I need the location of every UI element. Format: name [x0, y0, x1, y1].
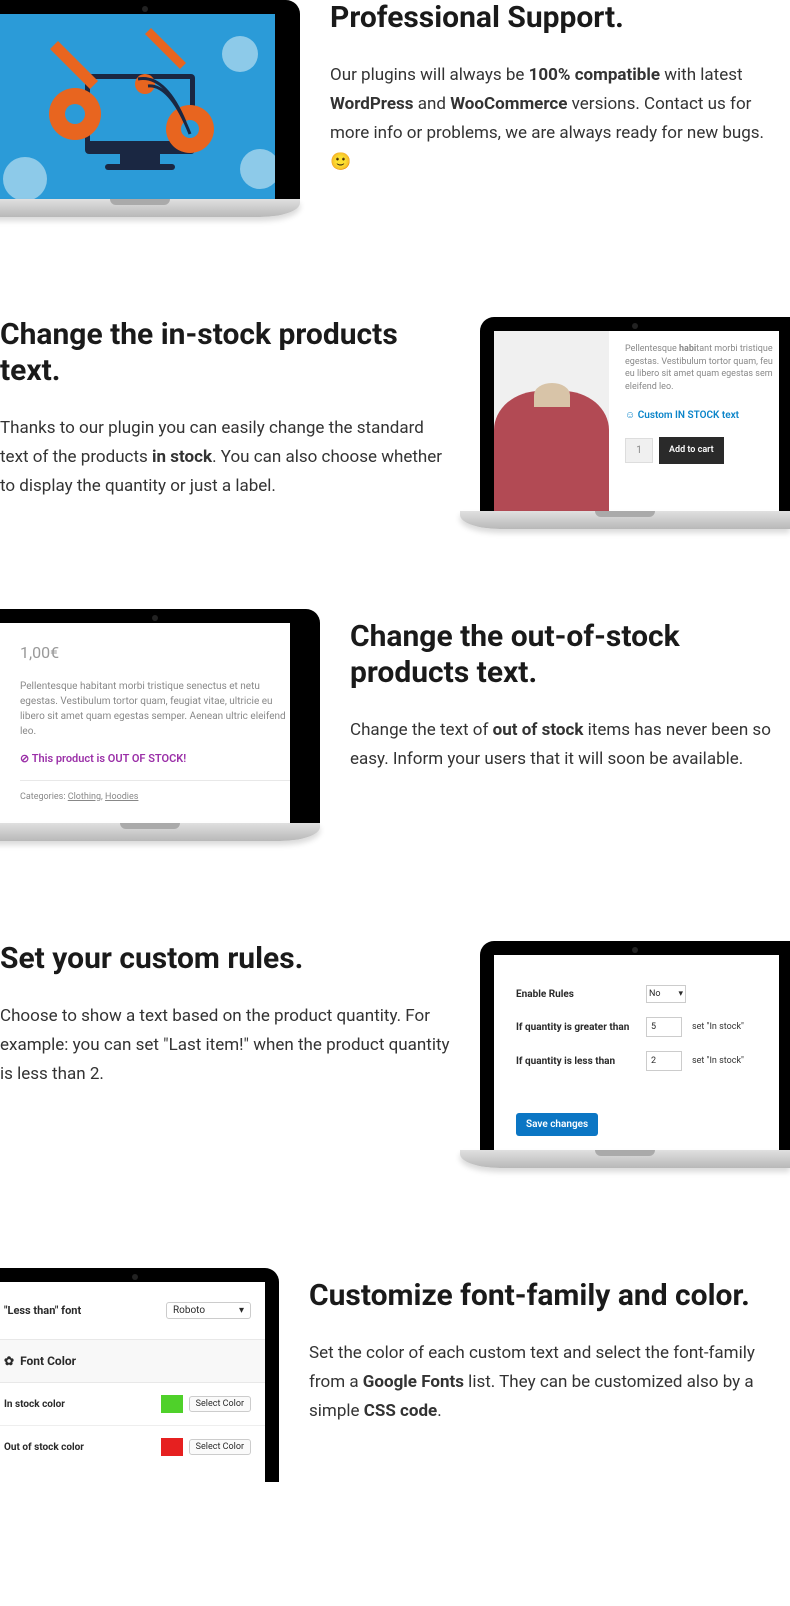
- add-to-cart-button[interactable]: Add to cart: [659, 437, 724, 464]
- product-image: [494, 331, 609, 511]
- section-customize: "Less than" font Roboto▾ ✿ Font Color In…: [0, 1268, 790, 1482]
- text-instock: Thanks to our plugin you can easily chan…: [0, 414, 450, 501]
- less-than-font-label: "Less than" font: [4, 1304, 81, 1317]
- font-color-section: ✿ Font Color: [0, 1339, 265, 1383]
- section-custom-rules: Set your custom rules. Choose to show a …: [0, 941, 790, 1168]
- qty-greater-tail: set "In stock": [692, 1022, 744, 1032]
- heading-rules: Set your custom rules.: [0, 941, 450, 977]
- in-stock-label: Custom IN STOCK text: [625, 409, 779, 423]
- color-swatch-green[interactable]: [161, 1395, 183, 1413]
- section-out-of-stock: 1,00€ Pellentesque habitant morbi tristi…: [0, 609, 790, 841]
- save-changes-button[interactable]: Save changes: [516, 1113, 598, 1136]
- qty-less-input[interactable]: 2: [646, 1051, 682, 1071]
- heading-outofstock: Change the out-of-stock products text.: [350, 619, 790, 691]
- quantity-input[interactable]: 1: [625, 438, 653, 463]
- out-of-stock-color-label: Out of stock color: [4, 1442, 84, 1453]
- heading-customize: Customize font-family and color.: [309, 1278, 780, 1314]
- qty-less-label: If quantity is less than: [516, 1056, 636, 1067]
- section-professional-support: Professional Support. Our plugins will a…: [0, 0, 790, 217]
- heading-support: Professional Support.: [330, 0, 780, 36]
- font-select[interactable]: Roboto▾: [166, 1302, 251, 1319]
- heading-instock: Change the in-stock products text.: [0, 317, 450, 389]
- illustration-customize: "Less than" font Roboto▾ ✿ Font Color In…: [0, 1268, 279, 1482]
- enable-rules-select[interactable]: No▾: [646, 985, 686, 1003]
- text-customize: Set the color of each custom text and se…: [309, 1339, 780, 1426]
- qty-greater-input[interactable]: 5: [646, 1017, 682, 1037]
- in-stock-color-label: In stock color: [4, 1399, 65, 1410]
- product-price: 1,00€: [20, 641, 290, 665]
- text-rules: Choose to show a text based on the produ…: [0, 1002, 450, 1089]
- categories: Categories: Clothing, Hoodies: [20, 780, 290, 805]
- product-description: Pellentesque habitant morbi tristique se…: [20, 679, 290, 739]
- text-outofstock: Change the text of out of stock items ha…: [350, 716, 790, 774]
- illustration-outofstock: 1,00€ Pellentesque habitant morbi tristi…: [0, 609, 320, 841]
- illustration-support: [0, 0, 300, 217]
- select-color-button[interactable]: Select Color: [189, 1396, 251, 1412]
- category-link[interactable]: Hoodies: [105, 792, 138, 802]
- out-of-stock-label: This product is OUT OF STOCK!: [20, 751, 290, 768]
- product-description: Pellentesque habitant morbi tristique eg…: [625, 343, 779, 393]
- section-in-stock: Change the in-stock products text. Thank…: [0, 317, 790, 529]
- category-link[interactable]: Clothing: [68, 792, 101, 802]
- illustration-rules: Enable Rules No▾ If quantity is greater …: [480, 941, 790, 1168]
- qty-less-tail: set "In stock": [692, 1056, 744, 1066]
- enable-rules-label: Enable Rules: [516, 989, 636, 1000]
- illustration-instock: Pellentesque habitant morbi tristique eg…: [480, 317, 790, 529]
- select-color-button[interactable]: Select Color: [189, 1439, 251, 1455]
- qty-greater-label: If quantity is greater than: [516, 1022, 636, 1033]
- color-swatch-red[interactable]: [161, 1438, 183, 1456]
- gear-icon: ✿: [4, 1354, 14, 1368]
- text-support: Our plugins will always be 100% compatib…: [330, 61, 780, 177]
